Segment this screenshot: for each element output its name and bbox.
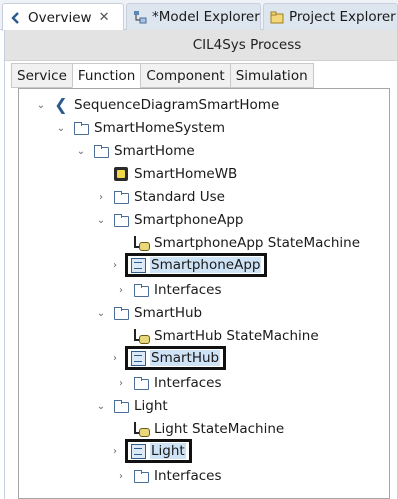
panel-title: CIL4Sys Process (5, 30, 397, 61)
tab-service[interactable]: Service (11, 63, 72, 88)
expand-arrow-icon[interactable]: ⌄ (35, 100, 47, 111)
tree-item-label: Light (150, 443, 186, 459)
folder-icon (113, 212, 129, 228)
tab-function[interactable]: Function (71, 63, 141, 88)
tree-item-label: Standard Use (134, 189, 225, 205)
tree-item-label: Light StateMachine (154, 421, 285, 437)
tree-item-label: SmartphoneApp (134, 212, 244, 228)
tree-item-state-machine[interactable]: SmartHub StateMachine (115, 325, 320, 347)
tab-model-explorer-label: *Model Explorer (152, 9, 260, 25)
tree-item-label: SmartHub (150, 350, 221, 366)
tab-simulation[interactable]: Simulation (229, 63, 314, 88)
tree-item-folder[interactable]: › Interfaces (115, 372, 222, 394)
tree-item-model[interactable]: ⌄ ❮ SequenceDiagramSmartHome (35, 94, 280, 116)
folder-icon (93, 143, 109, 159)
tree-item-label: SmartphoneApp StateMachine (154, 235, 360, 251)
tab-project-explorer[interactable]: Project Explorer (263, 3, 398, 30)
tree-item-folder[interactable]: ⌄ Light (95, 395, 169, 417)
tree-item-label: SmartHub StateMachine (154, 328, 319, 344)
block-icon (130, 443, 146, 459)
block-icon (130, 350, 146, 366)
collapse-arrow-icon[interactable]: › (109, 260, 121, 271)
tree-item-block[interactable]: › SmartphoneApp (109, 252, 268, 278)
collapse-arrow-icon[interactable]: › (115, 471, 127, 482)
state-machine-icon (133, 328, 150, 344)
view-tab-bar: Overview ✕ *Model Explorer Project Explo… (0, 0, 398, 31)
tree-item-folder[interactable]: › Interfaces (115, 279, 222, 301)
tree-item-folder[interactable]: ⌄ SmartHomeSystem (55, 117, 226, 139)
tree-item-label: SmartphoneApp (150, 257, 262, 273)
tree-item-state-machine[interactable]: Light StateMachine (115, 418, 285, 440)
folder-icon (113, 189, 129, 205)
folder-icon (133, 468, 149, 484)
expand-arrow-icon[interactable]: ⌄ (95, 401, 107, 412)
tree-item-label: Interfaces (154, 282, 222, 298)
workbench-icon (113, 166, 129, 182)
folder-icon (113, 398, 129, 414)
tab-overview-label: Overview (28, 9, 92, 26)
model-icon: ❮ (54, 95, 68, 114)
folder-icon (133, 375, 149, 391)
folder-icon (133, 282, 149, 298)
tree-item-label: Light (134, 398, 168, 414)
tree-item-block[interactable]: › Light (109, 438, 192, 464)
tab-model-explorer[interactable]: *Model Explorer (126, 3, 261, 30)
tab-project-explorer-label: Project Explorer (289, 9, 396, 25)
expand-arrow-icon[interactable]: ⌄ (55, 123, 67, 134)
highlight-box: SmartphoneApp (125, 253, 268, 277)
collapse-arrow-icon[interactable]: › (115, 285, 127, 296)
tab-component[interactable]: Component (140, 63, 230, 88)
folder-icon (73, 120, 89, 136)
expand-arrow-icon[interactable]: ⌄ (95, 308, 107, 319)
collapse-arrow-icon[interactable]: › (109, 446, 121, 457)
collapse-arrow-icon[interactable]: › (115, 378, 127, 389)
tree-item-label: Interfaces (154, 375, 222, 391)
cil4sys-panel: CIL4Sys Process Service Function Compone… (4, 30, 398, 499)
model-explorer-icon (133, 10, 147, 24)
tree-item-label: Interfaces (154, 468, 222, 484)
tree-item-workbench[interactable]: SmartHomeWB (95, 163, 238, 185)
tree-item-folder[interactable]: › Standard Use (95, 186, 226, 208)
tree-item-folder[interactable]: ⌄ SmartphoneApp (95, 209, 244, 231)
expand-arrow-icon[interactable]: ⌄ (75, 146, 87, 157)
project-explorer-icon (270, 10, 284, 24)
function-tree[interactable]: ⌄ ❮ SequenceDiagramSmartHome ⌄ SmartHome… (18, 88, 390, 499)
highlight-box: Light (125, 439, 192, 463)
tree-item-label: SmartHomeSystem (94, 120, 226, 136)
block-icon (130, 257, 146, 273)
state-machine-icon (133, 235, 150, 251)
panel-tab-bar: Service Function Component Simulation (11, 63, 314, 88)
tree-item-folder[interactable]: ⌄ SmartHub (95, 302, 203, 324)
expand-arrow-icon[interactable]: ⌄ (95, 215, 107, 226)
state-machine-icon (133, 421, 150, 437)
collapse-arrow-icon[interactable]: › (109, 353, 121, 364)
tree-item-state-machine[interactable]: SmartphoneApp StateMachine (115, 232, 361, 254)
collapse-arrow-icon[interactable]: › (95, 192, 107, 203)
tree-item-label: SequenceDiagramSmartHome (74, 97, 280, 113)
tab-overview[interactable]: Overview ✕ (2, 3, 124, 31)
close-icon[interactable]: ✕ (99, 10, 110, 25)
overview-icon (9, 11, 23, 25)
tree-item-block[interactable]: › SmartHub (109, 345, 227, 371)
tree-item-label: SmartHub (134, 305, 203, 321)
highlight-box: SmartHub (125, 346, 227, 370)
tree-item-folder[interactable]: ⌄ SmartHome (75, 140, 196, 162)
tree-item-label: SmartHomeWB (134, 166, 238, 182)
tree-item-folder[interactable]: › Interfaces (115, 465, 222, 487)
tree-item-label: SmartHome (114, 143, 195, 159)
folder-icon (113, 305, 129, 321)
